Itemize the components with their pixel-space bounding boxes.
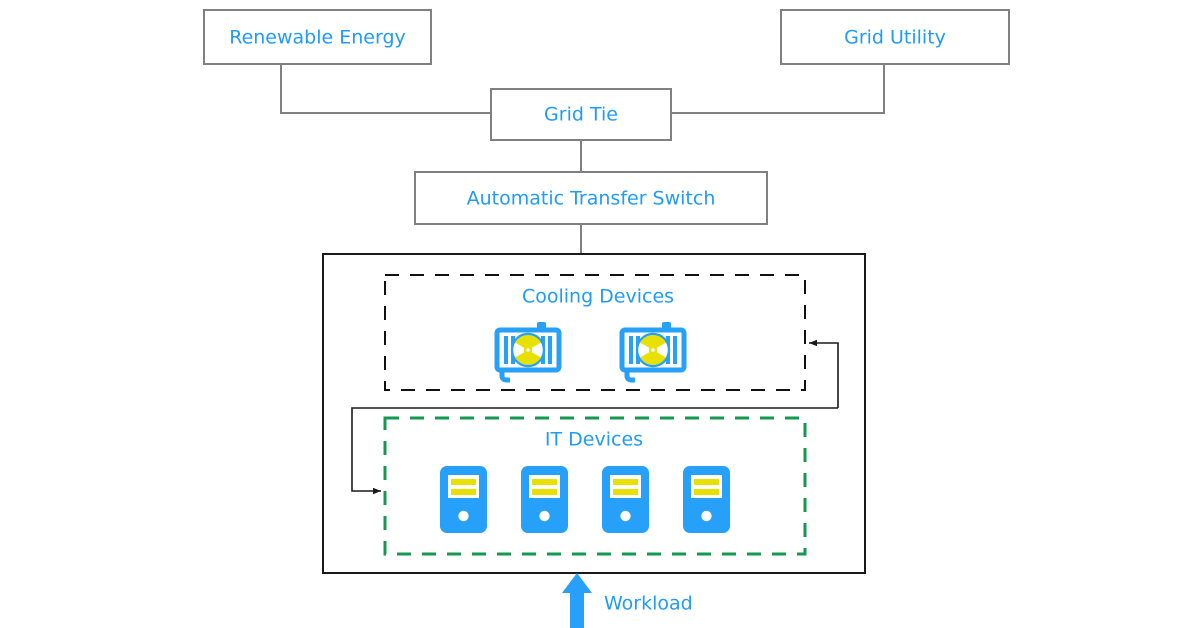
diagram-canvas: Renewable Energy Grid Utility Grid Tie A… bbox=[203, 9, 1010, 628]
group-it-devices[interactable]: IT Devices bbox=[383, 416, 807, 556]
server-tower-icon[interactable] bbox=[602, 466, 649, 533]
group-cooling-devices[interactable]: Cooling Devices bbox=[384, 274, 806, 391]
node-grid-utility[interactable]: Grid Utility bbox=[780, 9, 1010, 65]
cooling-unit-icon[interactable] bbox=[497, 322, 559, 380]
grid-utility-label: Grid Utility bbox=[844, 27, 946, 49]
grid-tie-label: Grid Tie bbox=[544, 104, 618, 126]
automatic-transfer-switch-label: Automatic Transfer Switch bbox=[467, 188, 716, 210]
cooling-devices-label: Cooling Devices bbox=[522, 286, 674, 308]
up-arrow-icon bbox=[562, 573, 592, 628]
server-tower-icon[interactable] bbox=[440, 466, 487, 533]
power-flow-diagram: Renewable Energy Grid Utility Grid Tie A… bbox=[0, 0, 1200, 628]
link-it-to-cooling bbox=[809, 339, 839, 408]
cooling-unit-icon[interactable] bbox=[622, 322, 684, 380]
workload-label: Workload bbox=[604, 593, 693, 615]
node-automatic-transfer-switch[interactable]: Automatic Transfer Switch bbox=[414, 171, 768, 225]
workload-flow: Workload bbox=[562, 573, 693, 628]
server-tower-icon[interactable] bbox=[683, 466, 730, 533]
link-gridutility-to-gridtie bbox=[671, 64, 885, 114]
node-grid-tie[interactable]: Grid Tie bbox=[490, 88, 672, 141]
node-renewable-energy[interactable]: Renewable Energy bbox=[203, 9, 432, 65]
link-renewable-to-gridtie bbox=[280, 64, 491, 114]
server-tower-icon[interactable] bbox=[521, 466, 568, 533]
renewable-energy-label: Renewable Energy bbox=[229, 27, 406, 49]
it-devices-label: IT Devices bbox=[545, 429, 643, 451]
